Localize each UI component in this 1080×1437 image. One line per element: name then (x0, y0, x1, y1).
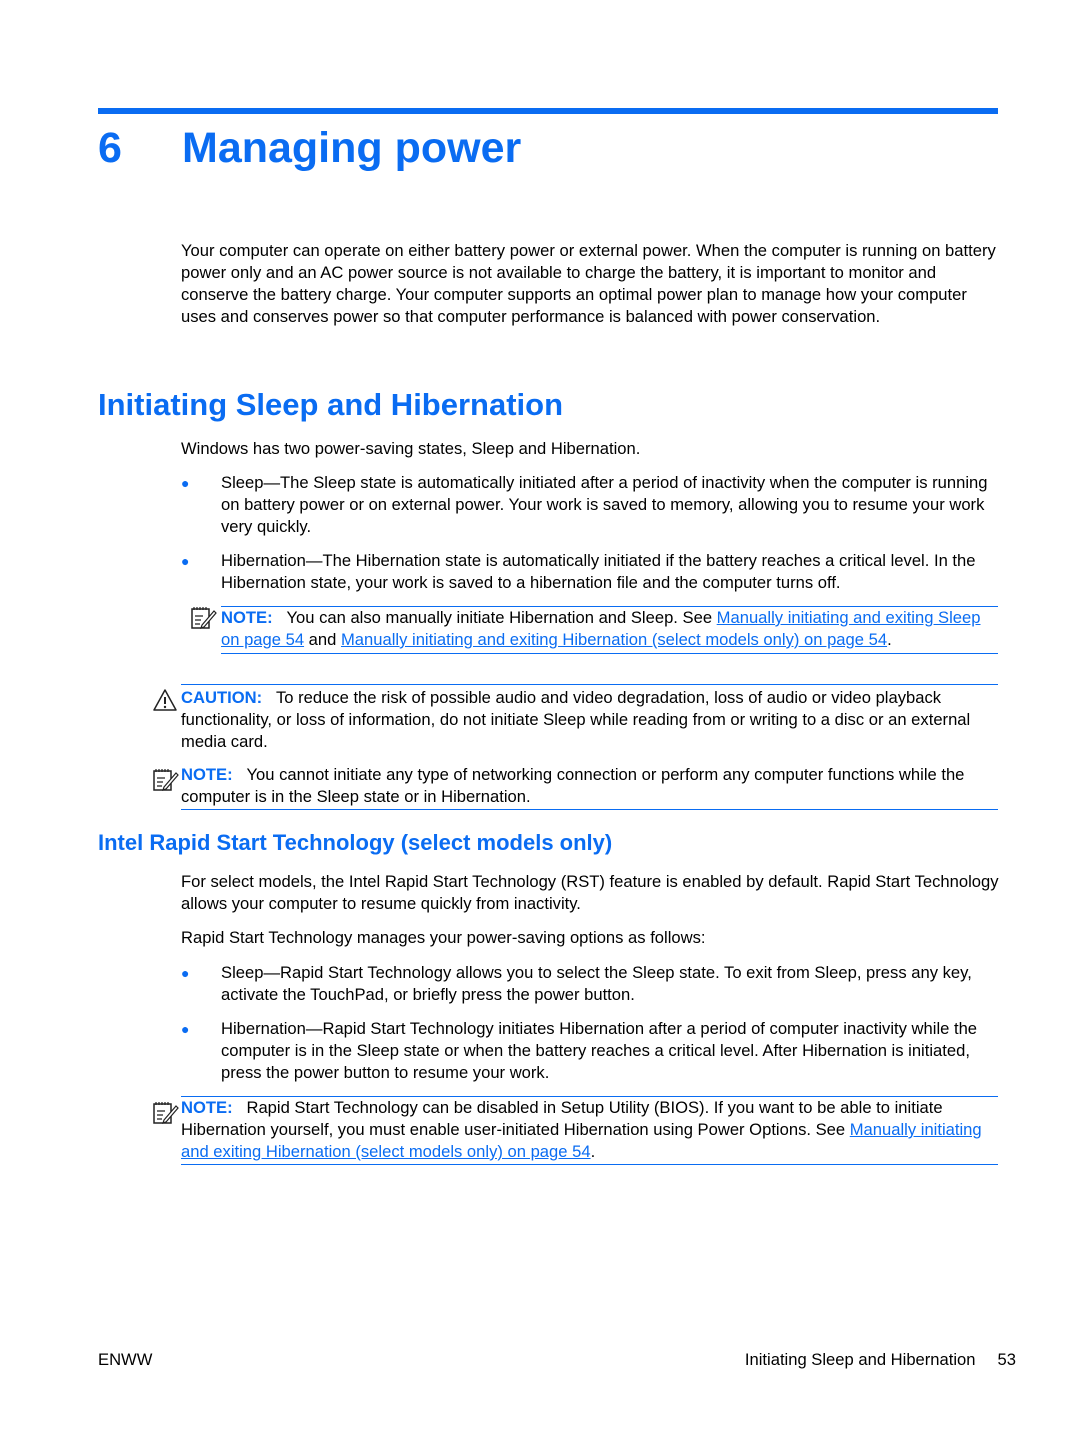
list-item-text: Hibernation—Rapid Start Technology initi… (221, 1019, 978, 1082)
note-label: NOTE: (221, 608, 273, 627)
list-item: ● Hibernation—Rapid Start Technology ini… (181, 1018, 1001, 1084)
note-icon (190, 604, 218, 635)
footer-right: Initiating Sleep and Hibernation 53 (745, 1349, 1016, 1371)
chapter-rule (98, 108, 998, 114)
footer-left: ENWW (98, 1350, 153, 1369)
note-text: . (887, 630, 892, 649)
link-manual-hibernation[interactable]: Manually initiating and exiting Hibernat… (341, 630, 887, 649)
chapter-title: 6 Managing power (98, 122, 521, 174)
note-box: NOTE: You cannot initiate any type of ne… (181, 764, 998, 810)
list-item-text: Sleep—The Sleep state is automatically i… (221, 473, 988, 536)
note-icon (152, 766, 180, 797)
bullet-icon: ● (181, 475, 190, 491)
warning-triangle-icon (152, 688, 178, 717)
list-item: ● Sleep—The Sleep state is automatically… (181, 472, 1001, 538)
section-heading-rapid-start: Intel Rapid Start Technology (select mod… (98, 830, 613, 855)
chapter-title-text: Managing power (182, 124, 522, 172)
note-label: NOTE: (181, 1098, 233, 1117)
section2-para1: For select models, the Intel Rapid Start… (181, 872, 999, 913)
caution-label: CAUTION: (181, 688, 263, 707)
section-heading-sleep-hibernation: Initiating Sleep and Hibernation (98, 387, 564, 422)
list-item-text: Sleep—Rapid Start Technology allows you … (221, 963, 972, 1004)
bullet-icon: ● (181, 1021, 190, 1037)
note-text: . (590, 1142, 596, 1161)
note-text: You cannot initiate any type of networki… (181, 765, 965, 806)
list-item: ● Sleep—Rapid Start Technology allows yo… (181, 962, 1001, 1006)
chapter-number: 6 (98, 124, 122, 172)
chapter-intro: Your computer can operate on either batt… (181, 241, 996, 326)
caution-text: To reduce the risk of possible audio and… (181, 688, 971, 751)
note-text: You can also manually initiate Hibernati… (286, 608, 717, 627)
note-box: NOTE: You can also manually initiate Hib… (221, 606, 998, 654)
page-number: 53 (997, 1350, 1016, 1369)
list-item: ● Hibernation—The Hibernation state is a… (181, 550, 1001, 594)
footer-section: Initiating Sleep and Hibernation (744, 1350, 976, 1369)
list-item-text: Hibernation—The Hibernation state is aut… (221, 551, 976, 592)
note-box: NOTE: Rapid Start Technology can be disa… (181, 1096, 998, 1165)
bullet-icon: ● (181, 553, 190, 569)
bullet-icon: ● (181, 965, 190, 981)
note-icon (152, 1099, 180, 1130)
note-text: and (304, 630, 341, 649)
note-label: NOTE: (181, 765, 233, 784)
section2-para2: Rapid Start Technology manages your powe… (181, 928, 706, 947)
note-text: Rapid Start Technology can be disabled i… (181, 1098, 943, 1139)
section1-intro: Windows has two power-saving states, Sle… (181, 439, 641, 458)
caution-box: CAUTION: To reduce the risk of possible … (181, 684, 998, 753)
